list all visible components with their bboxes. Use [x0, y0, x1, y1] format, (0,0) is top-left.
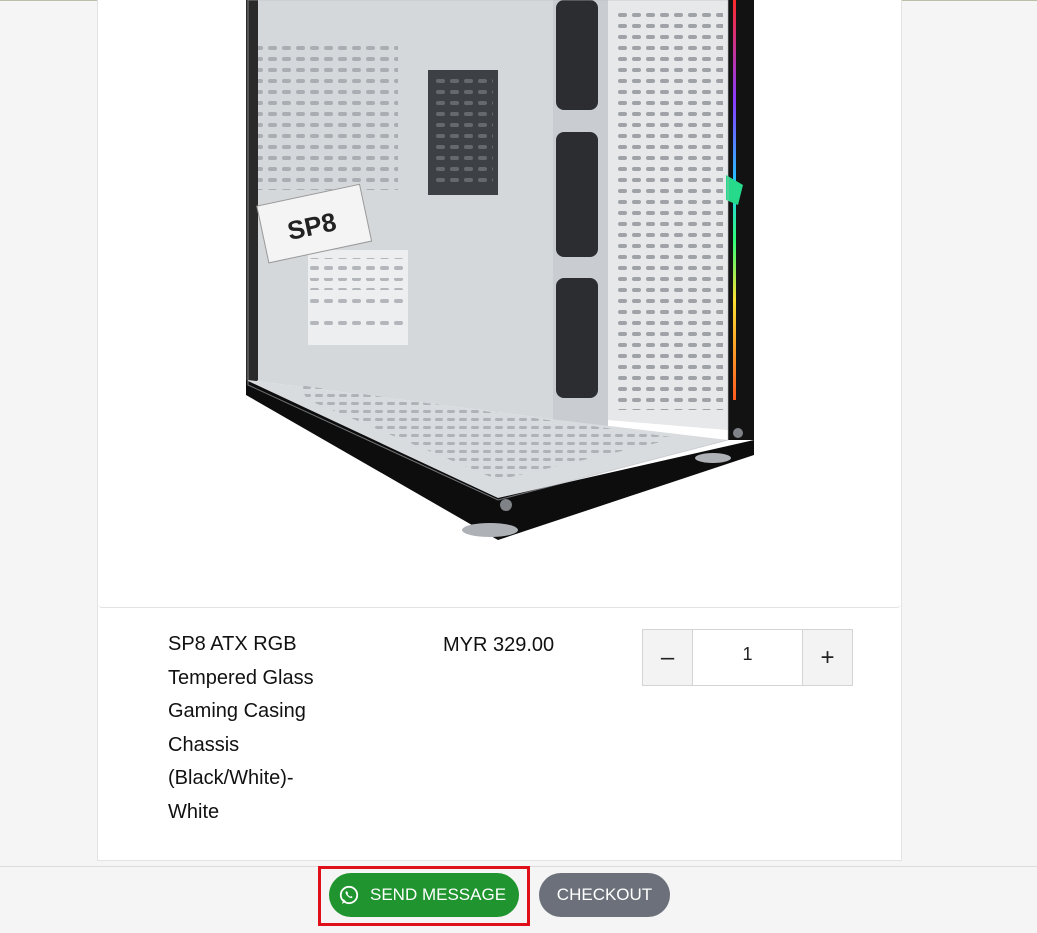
quantity-input[interactable]: 1	[693, 630, 802, 685]
send-message-label: SEND MESSAGE	[370, 885, 507, 904]
product-name-line: (Black/White)-	[168, 767, 294, 789]
pc-case-illustration: SP8	[246, 0, 754, 540]
decrease-quantity-button[interactable]: –	[643, 630, 693, 685]
product-name-line: Tempered Glass	[168, 666, 314, 689]
checkout-button[interactable]: CHECKOUT	[539, 873, 670, 917]
whatsapp-icon	[339, 885, 359, 905]
product-name: SP8 ATX RGB Tempered Glass Gaming Casing…	[168, 628, 343, 829]
product-card: SP8 SP8 ATX RGB Tempered Glass Gaming Ca…	[97, 0, 902, 861]
product-image: SP8	[98, 0, 901, 608]
product-name-line: SP8 ATX RGB	[168, 633, 297, 655]
increase-quantity-button[interactable]: +	[802, 630, 852, 685]
product-name-line: Gaming Casing	[168, 700, 306, 722]
send-message-button[interactable]: SEND MESSAGE	[329, 873, 519, 917]
quantity-stepper: – 1 +	[642, 629, 853, 686]
product-name-line: White	[168, 800, 220, 823]
product-price: MYR 329.00	[443, 634, 555, 656]
product-name-line: Chassis	[168, 733, 240, 756]
